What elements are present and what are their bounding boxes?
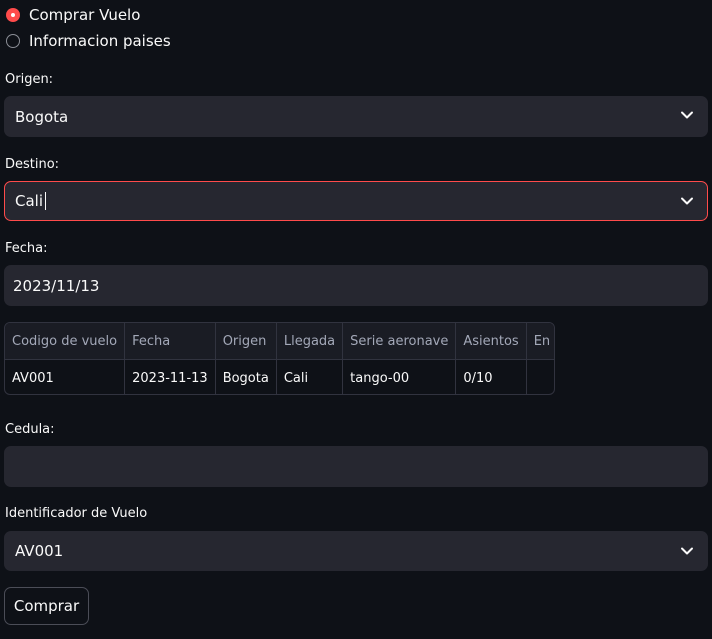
identificador-select[interactable]: AV001 [4,531,708,571]
text-cursor [45,192,47,211]
destino-select[interactable]: Cali [4,181,708,221]
identificador-value: AV001 [15,542,64,560]
cell-serie[interactable]: tango-00 [342,359,457,394]
identificador-label: Identificador de Vuelo [5,506,148,521]
cell-codigo[interactable]: AV001 [5,359,126,394]
column-header[interactable]: Serie aeronave [342,323,457,360]
radio-unselected-icon [6,34,20,48]
radio-label: Informacion paises [29,32,171,50]
chevron-down-icon [681,197,693,205]
fecha-input[interactable]: 2023/11/13 [4,265,708,306]
cell-asientos[interactable]: 0/10 [455,359,527,394]
origen-value: Bogota [15,107,69,126]
cell-fecha[interactable]: 2023-11-13 [124,359,216,394]
app-page: Comprar Vuelo Informacion paises Origen:… [0,0,712,639]
radio-selected-icon [6,8,20,22]
table-row: AV001 2023-11-13 Bogota Cali tango-00 0/… [5,359,554,395]
destino-label: Destino: [5,157,60,172]
comprar-button[interactable]: Comprar [4,587,89,625]
column-header[interactable]: Fecha [124,323,216,360]
chevron-down-icon [681,547,693,555]
cell-llegada[interactable]: Cali [276,359,344,394]
flights-table[interactable]: Codigo de vuelo Fecha Origen Llegada Ser… [4,322,555,395]
radio-comprar-vuelo[interactable]: Comprar Vuelo [6,4,140,26]
destino-value: Cali [5,192,47,211]
cell-origen[interactable]: Bogota [215,359,277,394]
radio-informacion-paises[interactable]: Informacion paises [6,30,171,52]
radio-label: Comprar Vuelo [29,6,141,24]
cedula-input[interactable] [4,446,708,487]
column-header[interactable]: Llegada [276,323,344,360]
fecha-value: 2023/11/13 [13,276,100,295]
origen-label: Origen: [5,72,54,87]
column-header[interactable]: Origen [215,323,277,360]
origen-select[interactable]: Bogota [4,96,708,137]
cedula-label: Cedula: [5,422,55,437]
cell-en-el-aire[interactable] [526,360,554,395]
column-header[interactable]: Asientos [455,323,527,360]
column-header[interactable]: Codigo de vuelo [5,323,126,360]
column-header[interactable]: En el aire [526,323,554,360]
chevron-down-icon [681,111,693,119]
fecha-label: Fecha: [5,241,48,256]
table-header-row: Codigo de vuelo Fecha Origen Llegada Ser… [5,323,554,360]
